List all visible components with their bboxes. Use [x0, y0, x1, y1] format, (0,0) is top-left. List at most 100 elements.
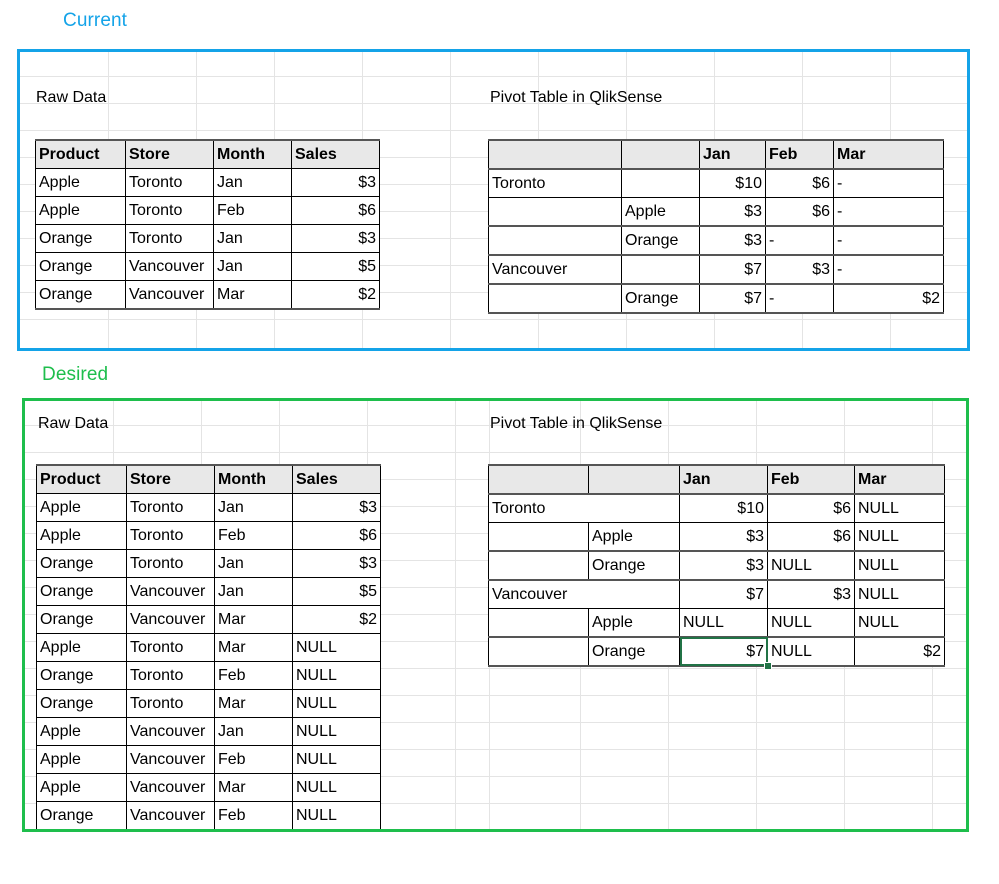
cell-store: Toronto: [488, 493, 680, 523]
cell-mar: NULL: [854, 608, 945, 638]
cell-sales: $6: [291, 196, 380, 225]
cell-store: Vancouver: [125, 280, 214, 310]
column-header-product-blank: [588, 464, 680, 495]
cell-month: Mar: [214, 773, 293, 802]
cell-store: Toronto: [126, 661, 215, 690]
cell-product: Orange: [36, 577, 127, 606]
table-row: Apple Toronto Mar NULL: [36, 633, 381, 662]
table-row: Apple Toronto Feb $6: [35, 196, 380, 225]
cell-feb: $3: [767, 579, 855, 609]
cell-store: Toronto: [125, 168, 214, 197]
table-row: Apple Vancouver Feb NULL: [36, 745, 381, 774]
cell-product: Orange: [35, 224, 126, 253]
cell-product: Apple: [621, 197, 700, 227]
cell-product: Orange: [621, 283, 700, 314]
table-row: Apple Vancouver Jan NULL: [36, 717, 381, 746]
cell-sales: $5: [291, 252, 380, 281]
column-header-store-blank: [488, 139, 622, 170]
table-row: Toronto $10 $6-: [488, 168, 944, 198]
table-row: Vancouver $7 $3-: [488, 254, 944, 285]
cell-sales: NULL: [292, 801, 381, 829]
cell-jan: $7: [679, 579, 768, 609]
table-header-row: Jan Feb Mar: [488, 139, 944, 170]
table-row: Orange $3 NULL NULL: [488, 550, 945, 581]
cell-store: Toronto: [126, 521, 215, 550]
desired-section-label: Desired: [42, 364, 109, 385]
cell-store: Toronto: [125, 196, 214, 225]
table-row: Apple Vancouver Mar NULL: [36, 773, 381, 802]
cell-store: Toronto: [126, 549, 215, 578]
table-row: Apple NULL NULL NULL: [488, 608, 945, 638]
cell-store: Vancouver: [126, 605, 215, 634]
table-row: Orange Toronto Feb NULL: [36, 661, 381, 690]
cell-feb: NULL: [767, 636, 855, 667]
cell-jan: $7: [699, 254, 766, 285]
cell-store: Vancouver: [126, 801, 215, 829]
column-header-feb: Feb: [765, 139, 834, 170]
cell-sales: $3: [292, 493, 381, 522]
column-header-feb: Feb: [767, 464, 855, 495]
cell-store: Vancouver: [488, 579, 680, 609]
cell-month: Feb: [214, 521, 293, 550]
cell-sales: $6: [292, 521, 381, 550]
cell-jan: $3: [699, 225, 766, 256]
cell-store: Toronto: [126, 633, 215, 662]
column-header-sales: Sales: [291, 139, 380, 169]
cell-feb: $6: [765, 168, 834, 198]
cell-store: [488, 283, 622, 314]
desired-raw-data-table: Product Store Month Sales Apple Toronto Ja…: [36, 464, 381, 829]
cell-mar: NULL: [854, 550, 945, 581]
current-raw-data-table: Product Store Month Sales Apple Toronto Ja…: [35, 139, 380, 310]
table-row: Orange Vancouver Feb NULL: [36, 801, 381, 829]
column-header-mar: Mar: [854, 464, 945, 495]
cell-jan: $3: [679, 550, 768, 581]
cell-product: Apple: [36, 773, 127, 802]
cell-feb: $6: [765, 197, 834, 227]
column-header-month: Month: [213, 139, 292, 169]
cell-sales: $3: [292, 549, 381, 578]
table-row: Orange Vancouver Jan $5: [36, 577, 381, 606]
cell-product: Orange: [621, 225, 700, 256]
cell-product: Orange: [36, 801, 127, 829]
cell-store: Vancouver: [126, 577, 215, 606]
column-header-product: Product: [36, 464, 127, 494]
desired-raw-rows: Apple Toronto Jan $3 Apple Toronto Feb $6 Orange…: [36, 493, 381, 829]
cell-jan-selected[interactable]: $7: [679, 636, 768, 667]
table-row: Orange Toronto Mar NULL: [36, 689, 381, 718]
fill-handle[interactable]: [763, 662, 772, 670]
cell-store: Toronto: [125, 224, 214, 253]
cell-store: Toronto: [126, 493, 215, 522]
cell-month: Jan: [213, 168, 292, 197]
current-raw-data-caption: Raw Data: [36, 89, 107, 106]
cell-jan: $10: [679, 493, 768, 523]
cell-store: [488, 608, 589, 638]
cell-feb: NULL: [767, 550, 855, 581]
cell-sales: $3: [291, 168, 380, 197]
cell-store: Vancouver: [126, 773, 215, 802]
cell-sales: NULL: [292, 773, 381, 802]
cell-product: Orange: [36, 689, 127, 718]
cell-sales: $2: [292, 605, 381, 634]
column-header-mar: Mar: [833, 139, 944, 170]
cell-jan: $7: [699, 283, 766, 314]
desired-pivot-rows: Toronto $10 $6 NULL Apple $3 $6 NULL Orange $3 NUL…: [488, 493, 945, 667]
cell-product: Apple: [36, 717, 127, 746]
cell-jan: $3: [679, 522, 768, 552]
table-row: Apple $3 $6 NULL: [488, 522, 945, 552]
cell-jan: NULL: [679, 608, 768, 638]
cell-sales: $2: [291, 280, 380, 310]
cell-feb: -: [765, 225, 834, 256]
cell-store: [488, 197, 622, 227]
cell-store: [488, 550, 589, 581]
table-row: Orange $7 NULL $2: [488, 636, 945, 667]
cell-month: Jan: [214, 577, 293, 606]
table-header-row: Jan Feb Mar: [488, 464, 945, 495]
current-raw-rows: Apple Toronto Jan $3 Apple Toronto Feb $6 Orange…: [35, 168, 380, 310]
column-header-product: Product: [35, 139, 126, 169]
cell-feb: $3: [765, 254, 834, 285]
cell-store: Toronto: [126, 689, 215, 718]
cell-month: Mar: [214, 633, 293, 662]
column-header-jan: Jan: [699, 139, 766, 170]
cell-mar: NULL: [854, 579, 945, 609]
cell-product: Apple: [588, 608, 680, 638]
